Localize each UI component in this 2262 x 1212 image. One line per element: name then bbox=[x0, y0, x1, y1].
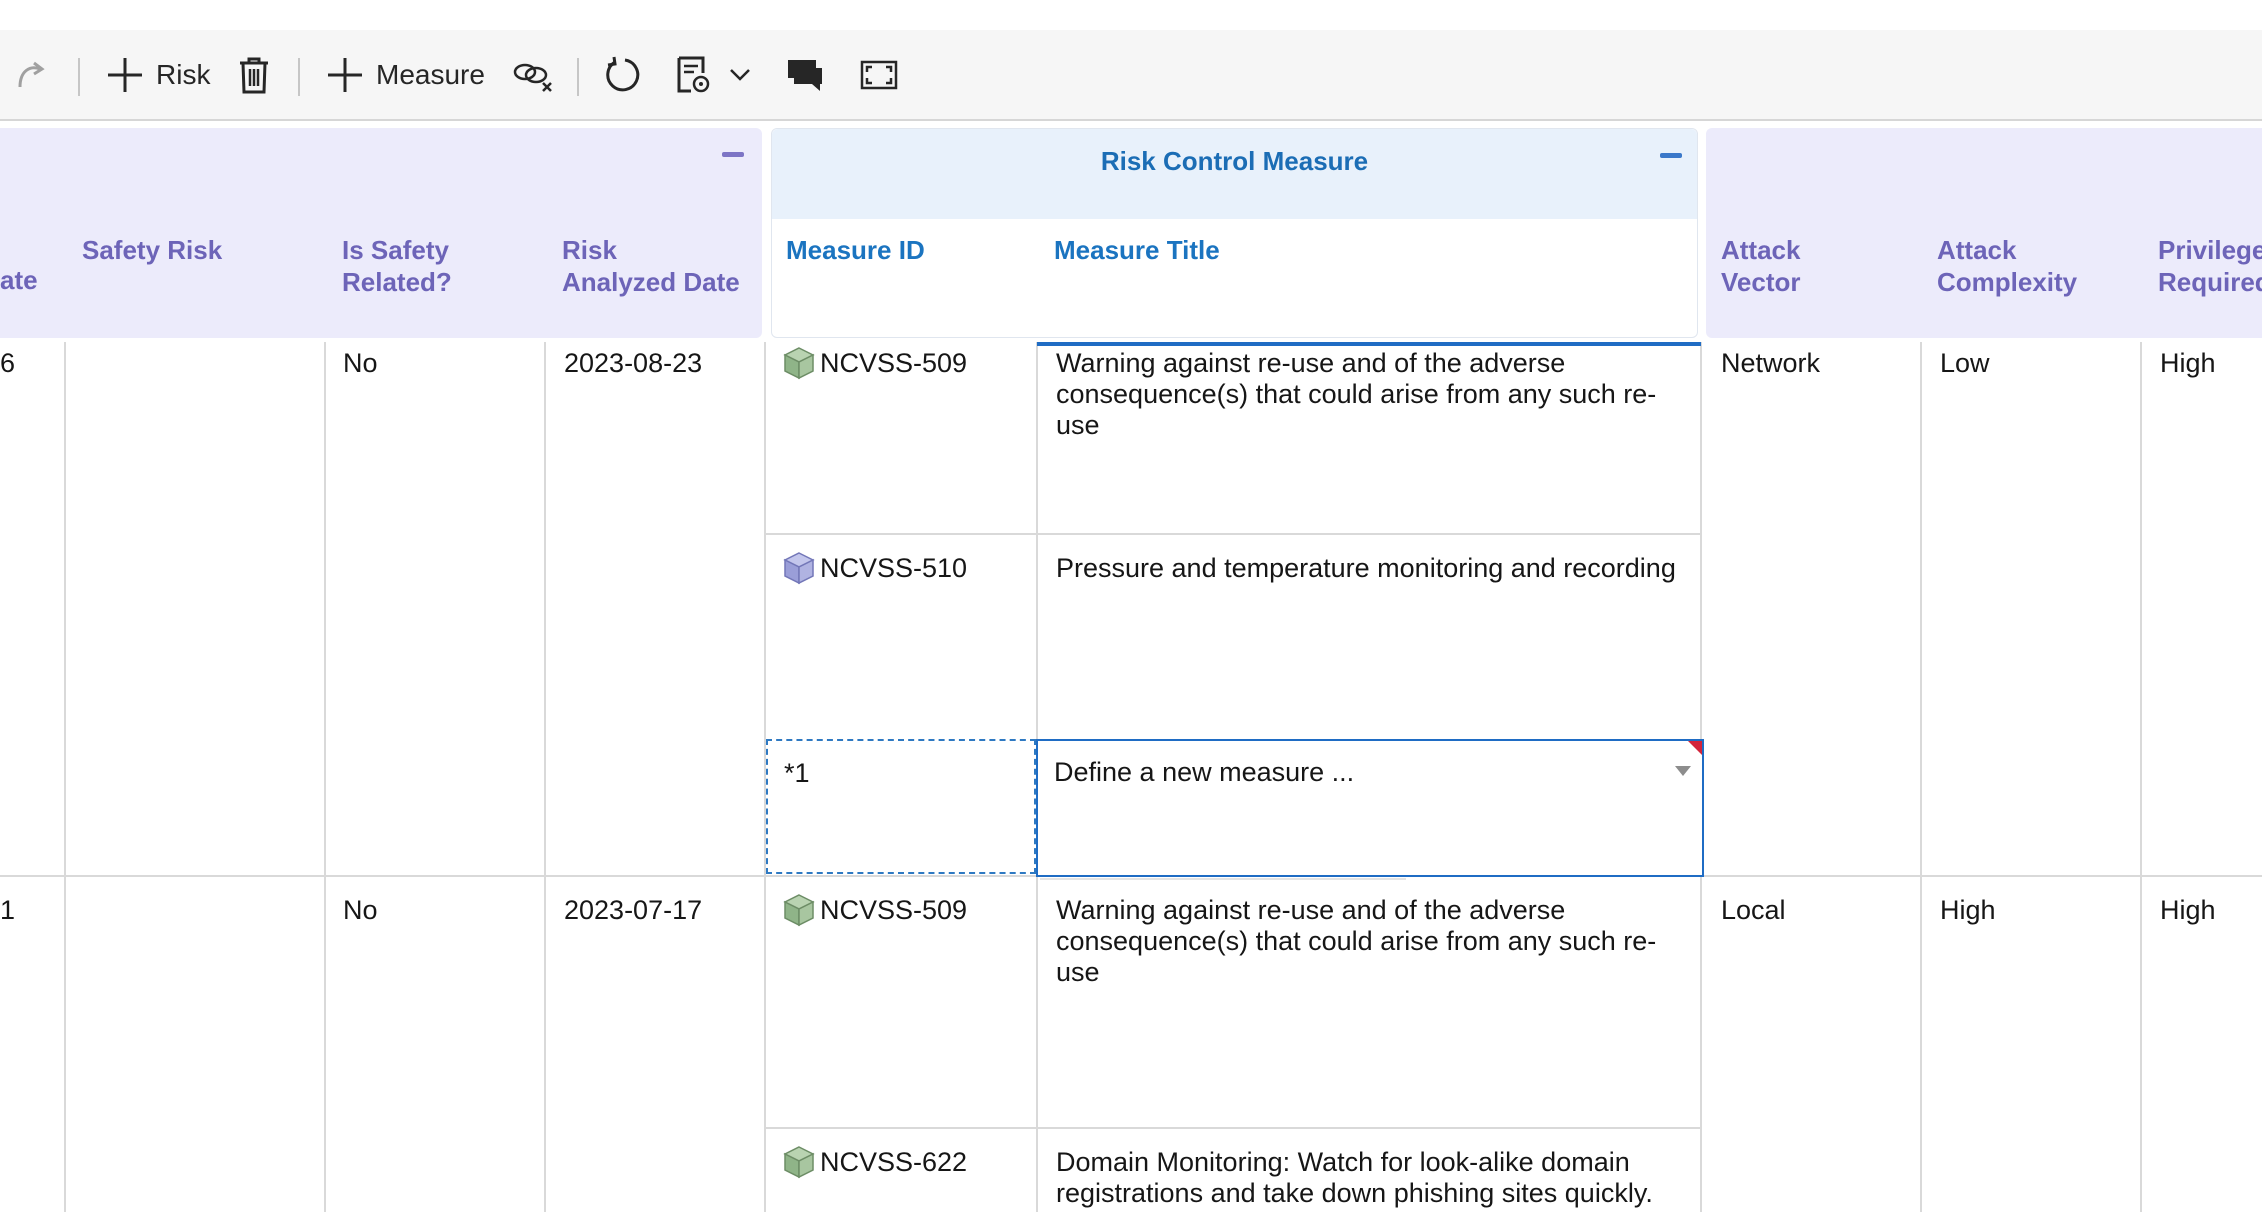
grid-line bbox=[764, 1127, 1702, 1129]
grid-line bbox=[2140, 342, 2142, 1212]
redo-icon bbox=[18, 61, 45, 88]
cell-privileges-required[interactable]: High bbox=[2160, 895, 2216, 926]
cell-measure-id[interactable]: NCVSS-509 bbox=[782, 894, 968, 927]
measure-column-group-header: Risk Control Measure bbox=[771, 128, 1698, 338]
toolbar-separator bbox=[78, 58, 80, 96]
dropdown-caret-icon[interactable] bbox=[1674, 765, 1692, 777]
new-measure-title-text: Define a new measure ... bbox=[1054, 757, 1355, 787]
cell-measure-title[interactable]: Domain Monitoring: Watch for look-alike … bbox=[1056, 1147, 1686, 1209]
add-measure-label: Measure bbox=[376, 59, 485, 90]
add-risk-label: Risk bbox=[156, 59, 211, 90]
grid-line bbox=[64, 342, 66, 1212]
trash-icon bbox=[240, 57, 268, 94]
add-risk-button[interactable]: Risk bbox=[106, 45, 210, 105]
cell-partial[interactable]: 6 bbox=[0, 348, 15, 379]
active-cell-indicator bbox=[1037, 342, 1701, 346]
green-cube-icon bbox=[783, 1146, 815, 1179]
cell-measure-title[interactable]: Warning against re-use and of the advers… bbox=[1056, 348, 1686, 441]
scroll-indicator[interactable] bbox=[1040, 878, 1406, 880]
cell-measure-title[interactable]: Warning against re-use and of the advers… bbox=[1056, 895, 1686, 988]
grid-line bbox=[1920, 342, 1922, 1212]
green-cube-icon bbox=[783, 347, 815, 380]
cell-measure-id[interactable]: NCVSS-509 bbox=[782, 347, 968, 380]
cell-measure-id[interactable]: NCVSS-622 bbox=[782, 1146, 968, 1179]
attack-column-group-header bbox=[1706, 128, 2262, 338]
column-header-attack-vector[interactable]: Attack Vector bbox=[1721, 234, 1801, 298]
risk-column-group-header bbox=[0, 128, 762, 338]
new-measure-id-text: *1 bbox=[784, 758, 810, 788]
unlink-button[interactable] bbox=[512, 45, 554, 105]
collapse-risk-group-button[interactable] bbox=[722, 152, 744, 157]
report-icon bbox=[677, 56, 710, 93]
column-header-measure-title[interactable]: Measure Title bbox=[1054, 234, 1220, 266]
measure-id-text: NCVSS-622 bbox=[820, 1147, 968, 1177]
collapse-measure-group-button[interactable] bbox=[1660, 153, 1682, 158]
column-header-date-partial[interactable]: ate bbox=[0, 264, 38, 296]
fullscreen-button[interactable] bbox=[860, 45, 898, 105]
plus-icon bbox=[328, 58, 362, 92]
toolbar-separator bbox=[577, 58, 579, 96]
column-header-attack-complexity[interactable]: Attack Complexity bbox=[1937, 234, 2077, 298]
cell-measure-id[interactable]: NCVSS-510 bbox=[782, 552, 968, 585]
cell-attack-complexity[interactable]: Low bbox=[1940, 348, 1990, 379]
cell-attack-vector[interactable]: Network bbox=[1721, 348, 1820, 379]
cell-privileges-required[interactable]: High bbox=[2160, 348, 2216, 379]
chevron-down-icon bbox=[730, 69, 750, 81]
cell-partial[interactable]: 1 bbox=[0, 895, 15, 926]
grid-line bbox=[324, 342, 326, 1212]
column-header-safety-risk[interactable]: Safety Risk bbox=[82, 234, 222, 266]
green-cube-icon bbox=[783, 894, 815, 927]
cell-measure-title[interactable]: Pressure and temperature monitoring and … bbox=[1056, 553, 1686, 584]
plus-icon bbox=[108, 58, 142, 92]
comments-icon bbox=[788, 60, 822, 91]
delete-button[interactable] bbox=[238, 45, 270, 105]
measure-id-text: NCVSS-509 bbox=[820, 895, 968, 925]
column-header-privileges-required[interactable]: Privilege Required bbox=[2158, 234, 2262, 298]
cell-risk-analyzed-date[interactable]: 2023-07-17 bbox=[564, 895, 702, 926]
grid-line bbox=[544, 342, 546, 1212]
cell-attack-complexity[interactable]: High bbox=[1940, 895, 1996, 926]
refresh-button[interactable] bbox=[603, 45, 643, 105]
refresh-icon bbox=[606, 56, 640, 92]
cell-risk-analyzed-date[interactable]: 2023-08-23 bbox=[564, 348, 702, 379]
toolbar-separator bbox=[298, 58, 300, 96]
column-header-is-safety-related[interactable]: Is Safety Related? bbox=[342, 234, 452, 298]
grid-line bbox=[764, 533, 1702, 535]
toolbar: Risk Measure bbox=[0, 30, 2262, 121]
cell-is-safety-related[interactable]: No bbox=[343, 348, 378, 379]
blue-cube-icon bbox=[783, 552, 815, 585]
group-title-risk-control-measure: Risk Control Measure bbox=[1100, 146, 1369, 176]
unlink-icon bbox=[513, 63, 552, 92]
fullscreen-icon bbox=[860, 60, 898, 90]
required-marker-icon bbox=[1688, 741, 1702, 755]
redo-button[interactable] bbox=[14, 45, 50, 105]
add-measure-button[interactable]: Measure bbox=[326, 45, 485, 105]
cell-attack-vector[interactable]: Local bbox=[1721, 895, 1786, 926]
report-menu-button[interactable] bbox=[675, 45, 751, 105]
measure-id-text: NCVSS-509 bbox=[820, 348, 968, 378]
measure-id-text: NCVSS-510 bbox=[820, 553, 968, 583]
column-header-measure-id[interactable]: Measure ID bbox=[786, 234, 925, 266]
cell-is-safety-related[interactable]: No bbox=[343, 895, 378, 926]
comments-button[interactable] bbox=[786, 45, 824, 105]
column-header-risk-analyzed-date[interactable]: Risk Analyzed Date bbox=[562, 234, 740, 298]
